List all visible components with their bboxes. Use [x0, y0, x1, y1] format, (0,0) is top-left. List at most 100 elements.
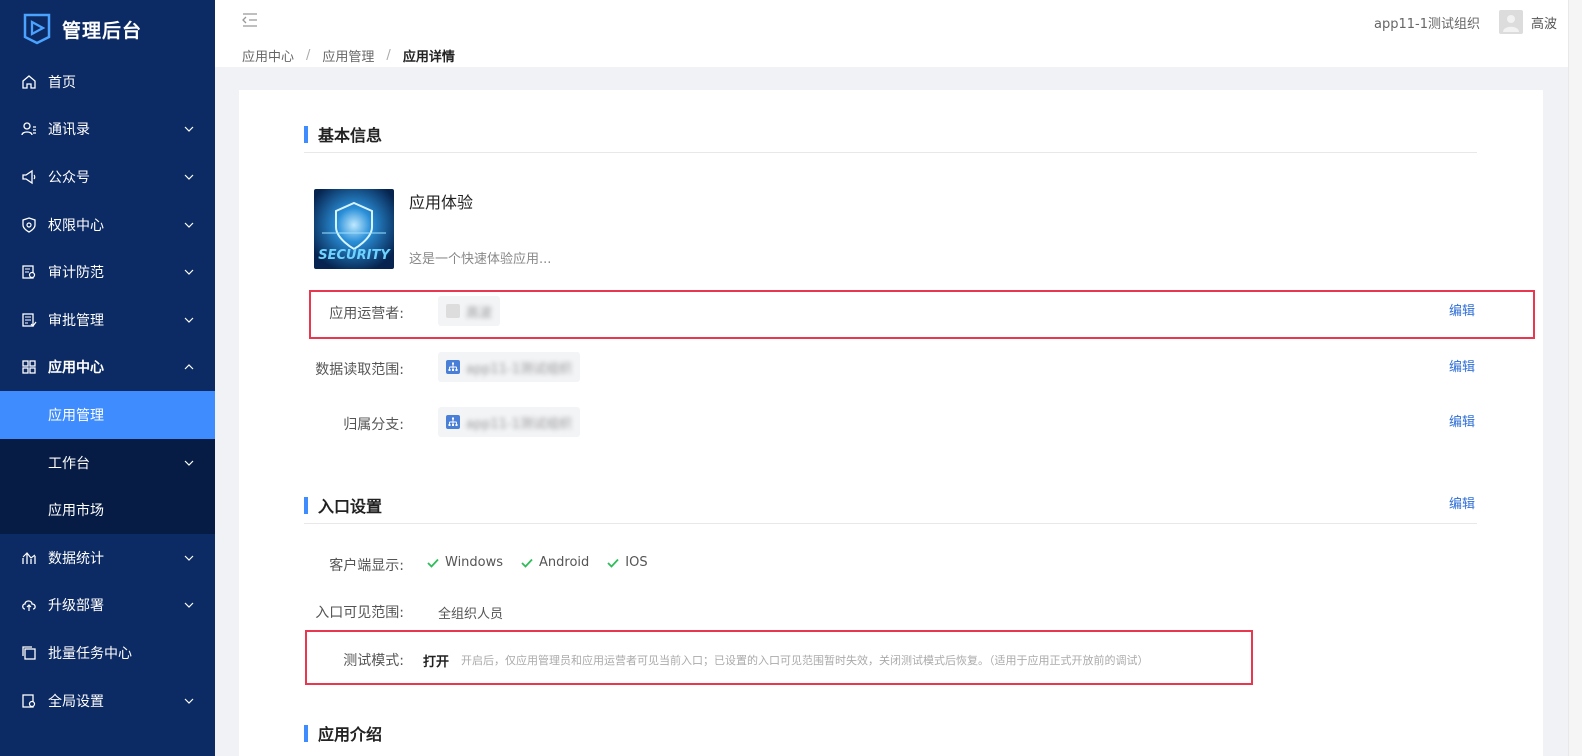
top-header: 应用中心 / 应用管理 / 应用详情 app11-1测试组织 高波: [215, 0, 1582, 67]
branch-chip[interactable]: app11-1测试组织: [438, 407, 580, 437]
sidebar-item-audit[interactable]: 审计防范: [0, 248, 215, 296]
sidebar-item-label: 审批管理: [48, 312, 104, 329]
sidebar-item-permission[interactable]: 权限中心: [0, 201, 215, 249]
org-switcher[interactable]: app11-1测试组织: [1374, 13, 1480, 32]
sidebar-item-app-center[interactable]: 应用中心: [0, 344, 215, 392]
breadcrumb-separator: /: [386, 48, 391, 63]
test-mode-label: 测试模式:: [343, 653, 404, 669]
sidebar-item-label: 批量任务中心: [48, 645, 132, 662]
operator-label: 应用运营者:: [329, 306, 404, 322]
data-scope-chip[interactable]: app11-1测试组织: [438, 352, 580, 382]
approval-icon: [20, 311, 38, 329]
sidebar-item-label: 应用管理: [48, 407, 104, 424]
sidebar-item-label: 全局设置: [48, 693, 104, 710]
breadcrumb-separator: /: [306, 48, 311, 63]
platform-list: Windows Android IOS: [426, 555, 665, 570]
user-name[interactable]: 高波: [1531, 13, 1557, 32]
section-title: 应用介绍: [318, 725, 383, 744]
avatar[interactable]: [1499, 10, 1523, 34]
grid-icon: [20, 358, 38, 376]
app-name: 应用体验: [409, 193, 474, 212]
sidebar-item-label: 数据统计: [48, 550, 104, 567]
edit-branch-button[interactable]: 编辑: [1449, 411, 1475, 430]
breadcrumb: 应用中心 / 应用管理 / 应用详情: [242, 46, 455, 65]
sidebar-item-official-account[interactable]: 公众号: [0, 153, 215, 201]
entry-visible-label: 入口可见范围:: [315, 605, 404, 621]
copy-icon: [20, 644, 38, 662]
test-mode-status: 打开: [423, 655, 450, 670]
section-accent-bar: [304, 496, 308, 514]
platform-label: Windows: [445, 555, 504, 570]
home-icon: [20, 73, 38, 91]
section-entry-settings: 入口设置: [304, 493, 382, 517]
edit-data-scope-button[interactable]: 编辑: [1449, 356, 1475, 375]
app-description: 这是一个快速体验应用...: [409, 252, 552, 267]
platform-ios: IOS: [606, 555, 648, 570]
sidebar-menu-lower: 数据统计 升级部署 批量任务中心 全局设置: [0, 534, 215, 724]
chevron-down-icon: [183, 314, 195, 326]
chevron-down-icon: [183, 599, 195, 611]
settings-icon: [20, 692, 38, 710]
sidebar-item-approval[interactable]: 审批管理: [0, 296, 215, 344]
section-title: 基本信息: [318, 126, 383, 145]
sidebar-item-upgrade[interactable]: 升级部署: [0, 582, 215, 630]
test-mode-hint: 开启后，仅应用管理员和应用运营者可见当前入口；已设置的入口可见范围暂时失效，关闭…: [461, 654, 1149, 667]
chart-icon: [20, 549, 38, 567]
sidebar-item-label: 审计防范: [48, 265, 104, 282]
chevron-down-icon: [183, 552, 195, 564]
app-icon-text: SECURITY: [318, 248, 391, 263]
chevron-down-icon: [183, 695, 195, 707]
edit-entry-settings-button[interactable]: 编辑: [1449, 493, 1475, 512]
megaphone-icon: [20, 168, 38, 186]
check-icon: [426, 556, 440, 570]
app-icon: SECURITY: [314, 189, 394, 269]
sidebar-item-label: 应用市场: [48, 503, 104, 520]
user-icon: [446, 304, 460, 318]
breadcrumb-item-app-management[interactable]: 应用管理: [322, 46, 374, 65]
logo[interactable]: 管理后台: [0, 0, 215, 58]
platform-label: Android: [539, 555, 590, 570]
divider: [304, 152, 1477, 153]
sidebar-subitem-app-management[interactable]: 应用管理: [0, 391, 215, 439]
operator-chip[interactable]: 高波: [438, 296, 501, 326]
sidebar-item-contacts[interactable]: 通讯录: [0, 106, 215, 154]
check-icon: [520, 556, 534, 570]
data-scope-value: app11-1测试组织: [466, 361, 572, 377]
section-accent-bar: [304, 125, 308, 143]
branch-label: 归属分支:: [343, 417, 404, 433]
chevron-down-icon: [183, 219, 195, 231]
org-tree-icon: [446, 360, 460, 374]
sidebar-item-statistics[interactable]: 数据统计: [0, 534, 215, 582]
page-scrollbar[interactable]: [1568, 0, 1582, 756]
section-title: 入口设置: [318, 497, 383, 516]
sidebar-item-label: 公众号: [48, 169, 90, 186]
logo-icon: [22, 13, 52, 45]
platform-android: Android: [520, 555, 589, 570]
app-center-submenu: 应用管理 工作台 应用市场: [0, 391, 215, 534]
sidebar-item-global-settings[interactable]: 全局设置: [0, 677, 215, 725]
breadcrumb-item-app-center[interactable]: 应用中心: [242, 46, 294, 65]
sidebar-item-label: 工作台: [48, 455, 90, 472]
edit-operator-button[interactable]: 编辑: [1449, 300, 1475, 319]
section-accent-bar: [304, 724, 308, 742]
chevron-up-icon: [183, 361, 195, 373]
sidebar-subitem-workbench[interactable]: 工作台: [0, 439, 215, 487]
app-title: 管理后台: [62, 19, 143, 42]
sidebar-item-home[interactable]: 首页: [0, 58, 215, 106]
operator-value: 高波: [466, 305, 493, 321]
collapse-menu-icon[interactable]: [241, 11, 259, 29]
chevron-down-icon: [183, 123, 195, 135]
platform-label: IOS: [625, 555, 648, 570]
audit-icon: [20, 263, 38, 281]
section-basic-info: 基本信息: [304, 122, 382, 146]
chevron-down-icon: [183, 171, 195, 183]
contacts-icon: [20, 120, 38, 138]
divider: [304, 523, 1477, 524]
check-icon: [606, 556, 620, 570]
cloud-upload-icon: [20, 596, 38, 614]
sidebar-subitem-app-market[interactable]: 应用市场: [0, 486, 215, 534]
sidebar-item-label: 首页: [48, 74, 76, 91]
chevron-down-icon: [183, 266, 195, 278]
sidebar-item-batch-tasks[interactable]: 批量任务中心: [0, 629, 215, 677]
sidebar-item-label: 升级部署: [48, 598, 104, 615]
